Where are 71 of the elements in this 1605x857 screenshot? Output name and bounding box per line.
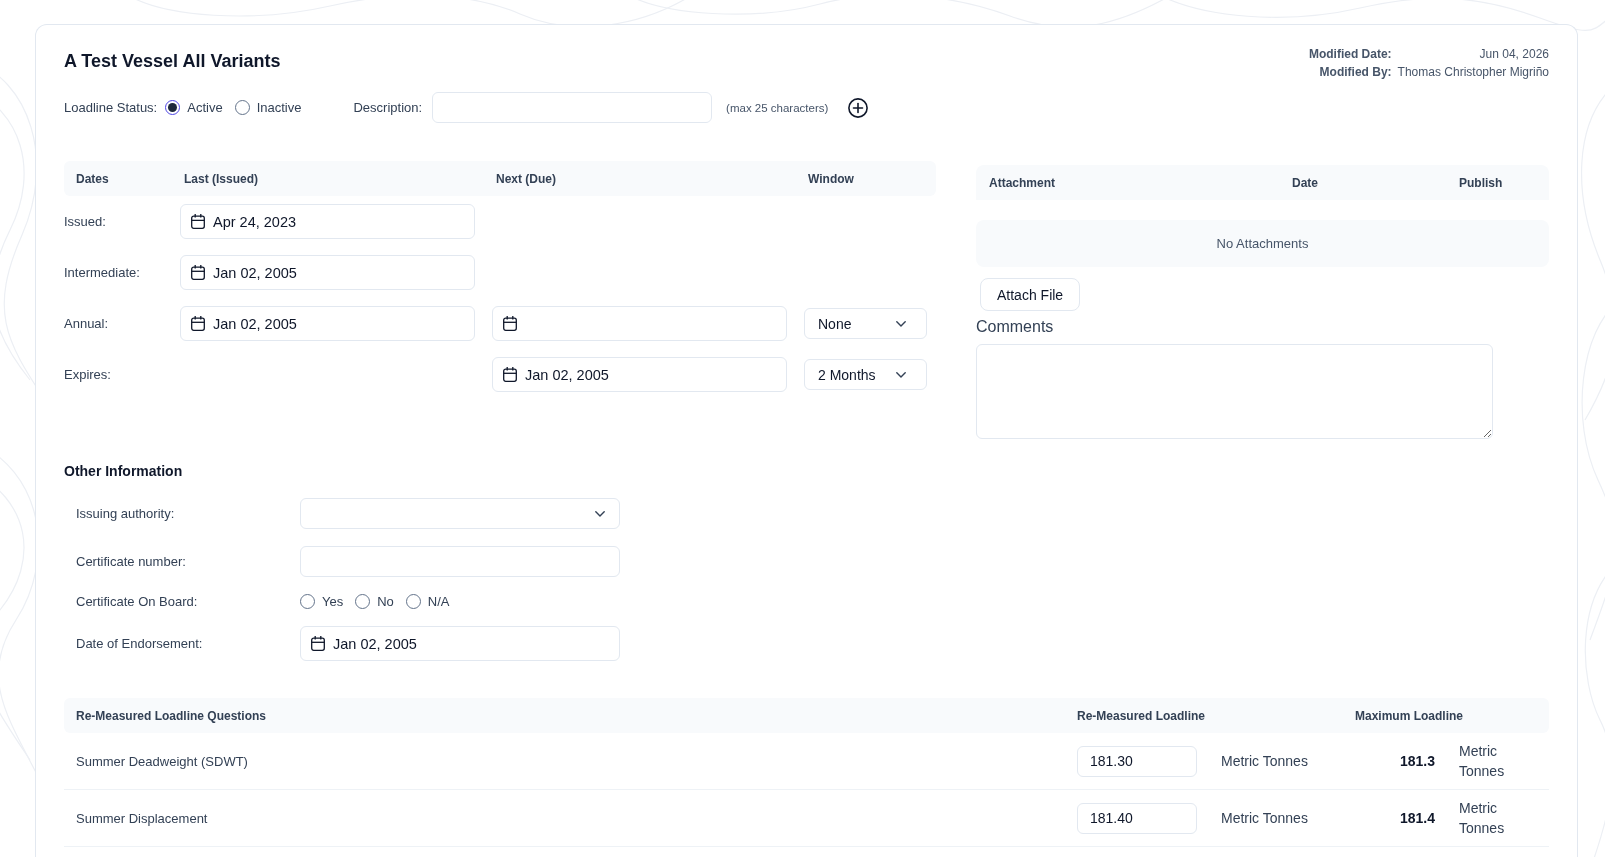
row-label: Annual: xyxy=(64,316,109,331)
radio-button[interactable] xyxy=(234,100,250,115)
date-field[interactable] xyxy=(492,306,787,341)
chevron-down-icon xyxy=(896,371,906,378)
column-header: Last (Issued) xyxy=(183,171,258,186)
hint-text: (max 25 characters) xyxy=(726,101,829,114)
field-label: Issuing authority: xyxy=(75,506,175,521)
calendar-icon xyxy=(191,265,205,280)
loadline-value-field[interactable]: 181.40 xyxy=(1077,802,1197,834)
empty-message: No Attachments xyxy=(976,220,1549,267)
radio-button[interactable] xyxy=(405,594,421,609)
column-header: Maximum Loadline xyxy=(1355,708,1464,723)
radio-label[interactable]: No xyxy=(377,594,394,609)
dropdown-select[interactable]: 2 Months xyxy=(804,359,927,390)
column-header: Next (Due) xyxy=(495,171,556,186)
description-field[interactable] xyxy=(432,92,713,123)
calendar-icon xyxy=(503,367,517,382)
field-label: Description: xyxy=(353,100,423,115)
unit-text: Metric Tonnes xyxy=(1459,742,1506,781)
field-label: Loadline Status: xyxy=(64,100,158,115)
field-label: Certificate On Board: xyxy=(75,594,198,609)
unit-text: Metric Tonnes xyxy=(1221,810,1308,826)
comments-field[interactable] xyxy=(976,344,1493,439)
column-header: Attachment xyxy=(988,175,1055,190)
meta-value: Jun 04, 2026 xyxy=(1478,46,1549,63)
plus-circle-icon[interactable] xyxy=(848,97,869,118)
meta-label: Modified Date: xyxy=(1308,46,1392,63)
radio-button[interactable] xyxy=(300,594,315,609)
radio-button[interactable] xyxy=(355,594,371,609)
field-label: Certificate number: xyxy=(75,554,186,569)
meta-label: Modified By: xyxy=(1318,64,1392,81)
radio-label[interactable]: Yes xyxy=(322,594,344,609)
calendar-icon xyxy=(503,316,517,331)
dropdown-select[interactable]: None xyxy=(804,308,927,339)
page-title: A Test Vessel All Variants xyxy=(64,50,281,73)
column-header: Re-Measured Loadline xyxy=(1077,708,1206,723)
date-field[interactable]: Jan 02, 2005 xyxy=(180,306,475,341)
column-header: Re-Measured Loadline Questions xyxy=(75,708,267,723)
date-field[interactable]: Jan 02, 2005 xyxy=(300,626,620,661)
loadline-value-field[interactable]: 181.30 xyxy=(1077,745,1197,777)
attach-file-button[interactable]: Attach File xyxy=(980,278,1081,311)
question-text: Summer Displacement xyxy=(75,810,208,826)
maximum-value: 181.3 xyxy=(1398,753,1435,769)
field-label: Date of Endorsement: xyxy=(75,636,203,651)
row-label: Issued: xyxy=(64,214,106,229)
date-field[interactable]: Jan 02, 2005 xyxy=(180,255,475,290)
column-header: Dates xyxy=(75,171,109,186)
calendar-icon xyxy=(191,214,205,229)
maximum-value: 181.4 xyxy=(1398,810,1435,826)
date-field[interactable]: Apr 24, 2023 xyxy=(180,204,475,239)
radio-label[interactable]: N/A xyxy=(427,594,450,609)
question-text: Summer Deadweight (SDWT) xyxy=(75,753,248,769)
chevron-down-icon xyxy=(595,510,605,517)
meta-value: Thomas Christopher Migriño xyxy=(1397,64,1549,81)
unit-text: Metric Tonnes xyxy=(1459,799,1506,838)
column-header: Window xyxy=(807,171,854,186)
column-header: Date xyxy=(1292,175,1318,190)
row-label: Expires: xyxy=(64,367,111,382)
chevron-down-icon xyxy=(896,320,906,327)
column-header: Publish xyxy=(1458,175,1503,190)
unit-text: Metric Tonnes xyxy=(1221,753,1308,769)
row-label: Intermediate: xyxy=(64,265,140,280)
text-field[interactable] xyxy=(300,546,620,577)
radio-label[interactable]: Inactive xyxy=(256,100,302,115)
date-field[interactable]: Jan 02, 2005 xyxy=(492,357,787,392)
calendar-icon xyxy=(191,316,205,331)
calendar-icon xyxy=(311,636,325,651)
section-title: Other Information xyxy=(64,462,183,481)
radio-button[interactable] xyxy=(165,100,181,115)
section-title: Comments xyxy=(976,318,1054,336)
radio-label[interactable]: Active xyxy=(187,100,223,115)
